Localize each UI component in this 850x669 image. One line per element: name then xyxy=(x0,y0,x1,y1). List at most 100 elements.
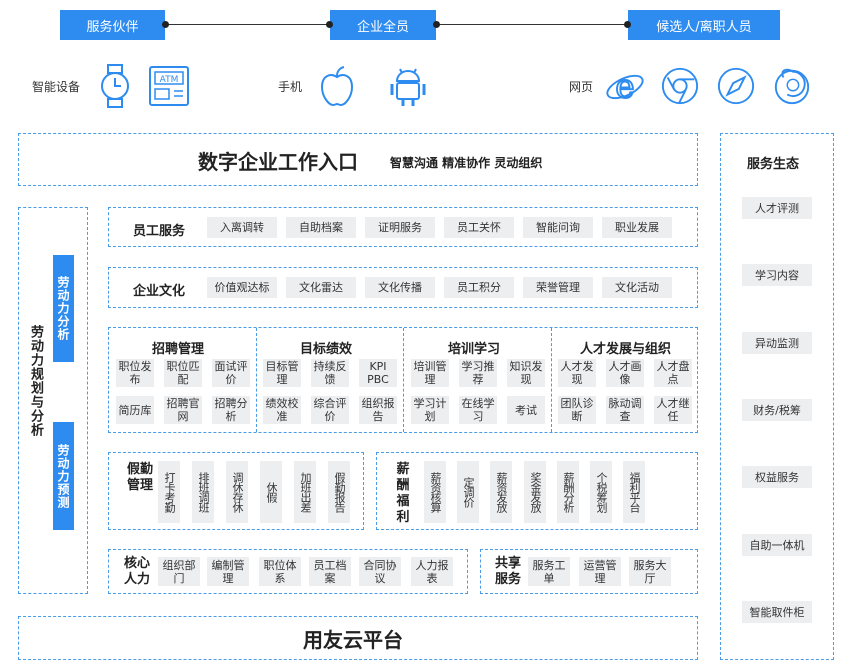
chip-operations[interactable]: 运营管理 xyxy=(579,557,621,586)
chip-succession[interactable]: 人才继任 xyxy=(654,396,692,424)
chip-culture-activity[interactable]: 文化活动 xyxy=(602,277,672,298)
chip-learning-recommend[interactable]: 学习推荐 xyxy=(459,359,497,387)
chip-salary-calc[interactable]: 薪资核算 xyxy=(424,461,446,523)
chip-overtime-trip[interactable]: 加班出差 xyxy=(294,461,316,523)
module-divider xyxy=(403,328,404,432)
watch-icon xyxy=(95,64,135,108)
workforce-panel-title: 劳动力规划与分析 xyxy=(28,325,43,437)
chip-tax-planning[interactable]: 个税筹划 xyxy=(590,461,612,523)
portal-subtitle: 智慧沟通 精准协作 灵动组织 xyxy=(390,156,543,170)
phone-label: 手机 xyxy=(278,80,303,94)
payroll-title: 薪酬福利 xyxy=(396,462,410,525)
chip-vacation[interactable]: 休假 xyxy=(260,461,282,523)
shared-service-title: 共享服务 xyxy=(494,556,521,587)
chip-payroll-analysis[interactable]: 薪酬分析 xyxy=(557,461,579,523)
chip-employee-archive[interactable]: 员工档案 xyxy=(309,557,351,586)
chip-learning-plan[interactable]: 学习计划 xyxy=(411,396,449,424)
chip-exam[interactable]: 考试 xyxy=(507,396,545,424)
eco-benefits[interactable]: 权益服务 xyxy=(742,466,812,488)
connector-line xyxy=(165,24,330,25)
eco-learning-content[interactable]: 学习内容 xyxy=(742,264,812,286)
chip-resume-library[interactable]: 简历库 xyxy=(116,396,154,424)
chip-interview-review[interactable]: 面试评价 xyxy=(212,359,250,387)
connector-line xyxy=(436,24,628,25)
svg-text:e: e xyxy=(615,67,634,105)
chip-attendance-report[interactable]: 假勤报告 xyxy=(328,461,350,523)
chip-clock-in[interactable]: 打卡考勤 xyxy=(158,461,180,523)
chip-salary-adjust[interactable]: 定调价 xyxy=(457,461,479,523)
chip-onboard-transfer[interactable]: 入离调转 xyxy=(207,217,277,238)
safari-browser-icon xyxy=(716,66,756,106)
workforce-analysis-bar: 劳动力分析 xyxy=(53,255,74,362)
chip-performance-calibration[interactable]: 绩效校准 xyxy=(263,396,301,424)
chrome-browser-icon xyxy=(660,66,700,106)
apple-icon xyxy=(317,66,357,107)
employee-service-title: 员工服务 xyxy=(133,224,186,239)
chip-job-match[interactable]: 职位匹配 xyxy=(164,359,202,387)
module-divider xyxy=(256,328,257,432)
role-candidate: 候选人/离职人员 xyxy=(628,10,780,40)
chip-comp-leave[interactable]: 调休存休 xyxy=(226,461,248,523)
chip-talent-review[interactable]: 人才盘点 xyxy=(654,359,692,387)
web-label: 网页 xyxy=(569,80,594,94)
chip-training-management[interactable]: 培训管理 xyxy=(411,359,449,387)
chip-knowledge-discovery[interactable]: 知识发现 xyxy=(507,359,545,387)
chip-overall-evaluation[interactable]: 综合评价 xyxy=(311,396,349,424)
atm-text: ATM xyxy=(160,75,179,85)
talent-title: 人才发展与组织 xyxy=(580,342,672,357)
chip-org-dept[interactable]: 组织部门 xyxy=(158,557,200,586)
portal-title: 数字企业工作入口 xyxy=(198,150,358,174)
eco-kiosk[interactable]: 自助一体机 xyxy=(742,534,812,556)
chip-certificate-service[interactable]: 证明服务 xyxy=(365,217,435,238)
chip-bonus-payout[interactable]: 奖金发放 xyxy=(524,461,546,523)
recruitment-title: 招聘管理 xyxy=(152,342,205,357)
portal-box xyxy=(18,133,698,186)
chip-hr-report[interactable]: 人力报表 xyxy=(411,557,453,586)
chip-job-system[interactable]: 职位体系 xyxy=(259,557,301,586)
chip-culture-spread[interactable]: 文化传播 xyxy=(365,277,435,298)
chip-recruit-analysis[interactable]: 招聘分析 xyxy=(212,396,250,424)
chip-headcount[interactable]: 编制管理 xyxy=(207,557,249,586)
chip-org-report[interactable]: 组织报告 xyxy=(359,396,397,424)
role-all-staff: 企业全员 xyxy=(330,10,436,40)
chip-talent-discovery[interactable]: 人才发现 xyxy=(558,359,596,387)
firefox-browser-icon xyxy=(772,66,812,106)
chip-honor-management[interactable]: 荣誉管理 xyxy=(523,277,593,298)
chip-shift-schedule[interactable]: 排班调班 xyxy=(192,461,214,523)
chip-pulse-survey[interactable]: 脉动调查 xyxy=(606,396,644,424)
chip-employee-points[interactable]: 员工积分 xyxy=(444,277,514,298)
chip-online-learning[interactable]: 在线学习 xyxy=(459,396,497,424)
chip-kpi-pbc[interactable]: KPI PBC xyxy=(359,359,397,387)
chip-self-archive[interactable]: 自助档案 xyxy=(286,217,356,238)
platform-title: 用友云平台 xyxy=(303,628,403,652)
chip-salary-payout[interactable]: 薪资发放 xyxy=(490,461,512,523)
chip-benefit-platform[interactable]: 福利平台 xyxy=(623,461,645,523)
chip-goal-management[interactable]: 目标管理 xyxy=(263,359,301,387)
chip-employee-care[interactable]: 员工关怀 xyxy=(444,217,514,238)
chip-careers-site[interactable]: 招聘官网 xyxy=(164,396,202,424)
eco-talent-assessment[interactable]: 人才评测 xyxy=(742,197,812,219)
workforce-forecast-bar: 劳动力预测 xyxy=(53,422,74,530)
chip-continuous-feedback[interactable]: 持续反馈 xyxy=(311,359,349,387)
connector-dot xyxy=(433,21,440,28)
chip-values[interactable]: 价值观达标 xyxy=(207,277,277,298)
chip-smart-inquiry[interactable]: 智能问询 xyxy=(523,217,593,238)
chip-job-post[interactable]: 职位发布 xyxy=(116,359,154,387)
chip-contract[interactable]: 合同协议 xyxy=(359,557,401,586)
chip-career-development[interactable]: 职业发展 xyxy=(602,217,672,238)
smart-device-label: 智能设备 xyxy=(32,80,81,94)
chip-talent-profile[interactable]: 人才画像 xyxy=(606,359,644,387)
chip-service-hall[interactable]: 服务大厅 xyxy=(629,557,671,586)
eco-change-monitor[interactable]: 异动监测 xyxy=(742,332,812,354)
attendance-title: 假勤管理 xyxy=(127,462,154,493)
culture-title: 企业文化 xyxy=(133,284,186,299)
core-hr-title: 核心人力 xyxy=(123,556,150,587)
chip-culture-radar[interactable]: 文化雷达 xyxy=(286,277,356,298)
connector-dot xyxy=(624,21,631,28)
role-service-partner: 服务伙伴 xyxy=(60,10,165,40)
chip-team-diagnosis[interactable]: 团队诊断 xyxy=(558,396,596,424)
eco-smart-locker[interactable]: 智能取件柜 xyxy=(742,601,812,623)
eco-finance-tax[interactable]: 财务/税筹 xyxy=(742,399,812,421)
ie-browser-icon: e xyxy=(605,66,645,106)
chip-service-ticket[interactable]: 服务工单 xyxy=(528,557,570,586)
